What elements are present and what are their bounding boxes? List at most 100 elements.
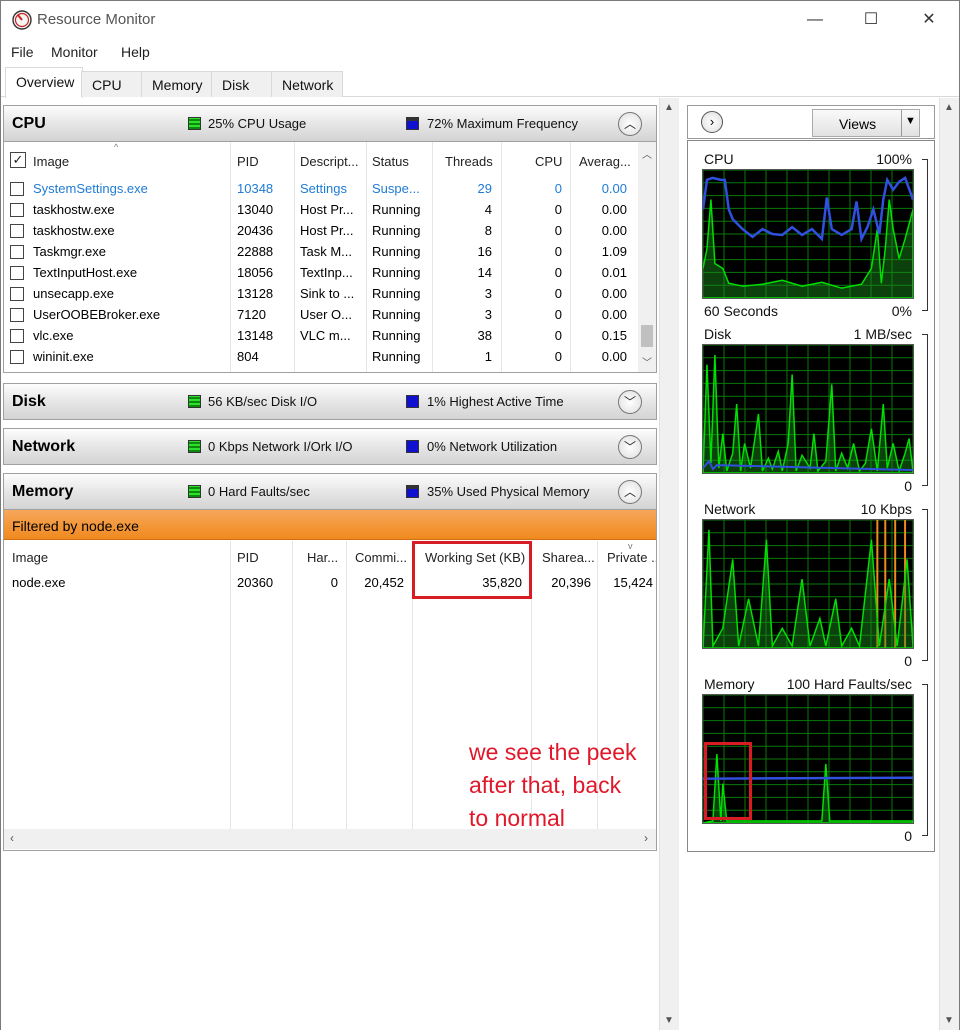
network-section-header[interactable]: Network 0 Kbps Network I/Ork I/O 0% Netw… (4, 429, 656, 465)
col-private[interactable]: Private ... (607, 550, 656, 574)
scroll-right-arrow-icon[interactable]: › (644, 831, 648, 845)
cell-threads: 3 (484, 307, 492, 322)
chevron-up-icon[interactable]: ︿ (618, 112, 642, 136)
col-image[interactable]: Image (12, 550, 48, 574)
cell-cpu: 0 (554, 349, 562, 364)
cell-threads: 14 (477, 265, 492, 280)
col-status[interactable]: Status (372, 154, 409, 178)
select-all-checkbox[interactable]: ✓ (10, 152, 26, 168)
cell-status: Suspe... (372, 181, 420, 196)
cell-average: 0.01 (601, 265, 627, 280)
scroll-up-arrow-icon[interactable]: ▲ (944, 102, 954, 113)
cpu-graph-max: 100% (876, 151, 912, 167)
scroll-left-arrow-icon[interactable]: ‹ (10, 831, 14, 845)
disk-graph-max: 1 MB/sec (853, 326, 912, 342)
process-row[interactable]: taskhostw.exe 20436 Host Pr... Running 8 0 0.0… (4, 220, 640, 241)
col-cpu[interactable]: CPU (535, 154, 562, 178)
row-checkbox[interactable] (10, 266, 24, 280)
disk-section-title: Disk (12, 393, 46, 410)
scroll-thumb[interactable] (641, 325, 653, 347)
col-hard-faults[interactable]: Har... (307, 550, 338, 574)
maximize-button[interactable]: ☐ (851, 7, 891, 33)
views-dropdown[interactable]: Views ▼ (812, 109, 920, 137)
tab-disk[interactable]: Disk (211, 71, 273, 97)
disk-graph-title: Disk (704, 326, 732, 342)
tab-overview[interactable]: Overview (5, 67, 83, 98)
menu-monitor[interactable]: Monitor (51, 44, 98, 60)
cell-image: UserOOBEBroker.exe (33, 307, 161, 322)
row-checkbox[interactable] (10, 329, 24, 343)
cpu-section-header[interactable]: CPU 25% CPU Usage 72% Maximum Frequency … (4, 106, 656, 142)
right-scrollbar[interactable]: ▲ ▼ (939, 98, 959, 1030)
process-row[interactable]: Taskmgr.exe 22888 Task M... Running 16 0 1.09 (4, 241, 640, 262)
row-checkbox[interactable] (10, 182, 24, 196)
physical-memory-label: 35% Used Physical Memory (427, 484, 590, 499)
cell-cpu: 0 (554, 286, 562, 301)
cell-status: Running (372, 328, 421, 343)
row-checkbox[interactable] (10, 224, 24, 238)
close-button[interactable]: ✕ (909, 7, 949, 33)
tab-network[interactable]: Network (271, 71, 343, 97)
network-graph-min: 0 (904, 653, 912, 669)
memory-process-row[interactable]: node.exe 20360 0 20,452 35,820 20,396 15,424 (4, 572, 656, 593)
row-checkbox[interactable] (10, 245, 24, 259)
scroll-up-arrow-icon[interactable]: ︿ (642, 146, 652, 161)
cell-average: 1.09 (601, 244, 627, 259)
row-checkbox[interactable] (10, 287, 24, 301)
dropdown-arrow-icon[interactable]: ▼ (905, 115, 916, 127)
row-checkbox[interactable] (10, 308, 24, 322)
tab-memory[interactable]: Memory (141, 71, 213, 97)
col-image[interactable]: Image (33, 154, 69, 178)
cell-commit: 20,452 (364, 575, 404, 590)
cell-description: VLC m... (300, 328, 351, 343)
chevron-down-icon[interactable]: ﹀ (618, 435, 642, 459)
graph-bracket (922, 159, 928, 311)
hard-faults-legend-icon (188, 485, 201, 498)
cpu-frequency-legend-icon (406, 117, 419, 130)
network-section: Network 0 Kbps Network I/Ork I/O 0% Netw… (3, 428, 657, 465)
col-pid[interactable]: PID (237, 550, 259, 574)
process-row[interactable]: unsecapp.exe 13128 Sink to ... Running 3 0 0.0… (4, 283, 640, 304)
cpu-process-table: ✓ ^ Image PID Descript... Status Threads… (4, 142, 656, 372)
chevron-down-icon[interactable]: ﹀ (618, 390, 642, 414)
scroll-up-arrow-icon[interactable]: ▲ (664, 102, 674, 113)
menu-help[interactable]: Help (121, 44, 150, 60)
menu-file[interactable]: File (11, 44, 34, 60)
disk-io-label: 56 KB/sec Disk I/O (208, 394, 318, 409)
filter-banner[interactable]: Filtered by node.exe (4, 510, 656, 540)
disk-section-header[interactable]: Disk 56 KB/sec Disk I/O 1% Highest Activ… (4, 384, 656, 420)
minimize-button[interactable]: — (795, 7, 835, 33)
col-threads[interactable]: Threads (445, 154, 493, 178)
cell-cpu: 0 (554, 202, 562, 217)
scroll-down-arrow-icon[interactable]: ﹀ (642, 354, 652, 369)
cell-average: 0.00 (601, 286, 627, 301)
scroll-down-arrow-icon[interactable]: ▼ (664, 1015, 674, 1026)
scroll-down-arrow-icon[interactable]: ▼ (944, 1015, 954, 1026)
cell-status: Running (372, 223, 421, 238)
row-checkbox[interactable] (10, 350, 24, 364)
cell-description: TextInp... (300, 265, 353, 280)
col-commit[interactable]: Commi... (355, 550, 407, 574)
process-row[interactable]: vlc.exe 13148 VLC m... Running 38 0 0.15 (4, 325, 640, 346)
chevron-right-icon[interactable]: › (701, 111, 723, 133)
row-checkbox[interactable] (10, 203, 24, 217)
memory-section-header[interactable]: Memory 0 Hard Faults/sec 35% Used Physic… (4, 474, 656, 510)
graph-bracket (922, 509, 928, 661)
col-pid[interactable]: PID (237, 154, 259, 178)
process-row[interactable]: wininit.exe 804 Running 1 0 0.00 (4, 346, 640, 367)
cell-status: Running (372, 286, 421, 301)
chevron-up-icon[interactable]: ︿ (618, 480, 642, 504)
col-description[interactable]: Descript... (300, 154, 359, 178)
cell-threads: 29 (477, 181, 492, 196)
process-row[interactable]: UserOOBEBroker.exe 7120 User O... Running 3 0… (4, 304, 640, 325)
cell-pid: 10348 (237, 181, 274, 196)
cpu-table-scrollbar[interactable]: ︿ ﹀ (638, 142, 656, 372)
col-shareable[interactable]: Sharea... (542, 550, 595, 574)
tab-cpu[interactable]: CPU (81, 71, 143, 97)
process-row[interactable]: SystemSettings.exe 10348 Settings Suspe... 2… (4, 178, 640, 199)
process-row[interactable]: taskhostw.exe 13040 Host Pr... Running 4 0 0.0… (4, 199, 640, 220)
col-average[interactable]: Averag... (579, 154, 631, 178)
annotation-note: we see the peek after that, back to norm… (469, 739, 637, 831)
left-scrollbar[interactable]: ▲ ▼ (659, 98, 679, 1030)
process-row[interactable]: TextInputHost.exe 18056 TextInp... Running 1… (4, 262, 640, 283)
